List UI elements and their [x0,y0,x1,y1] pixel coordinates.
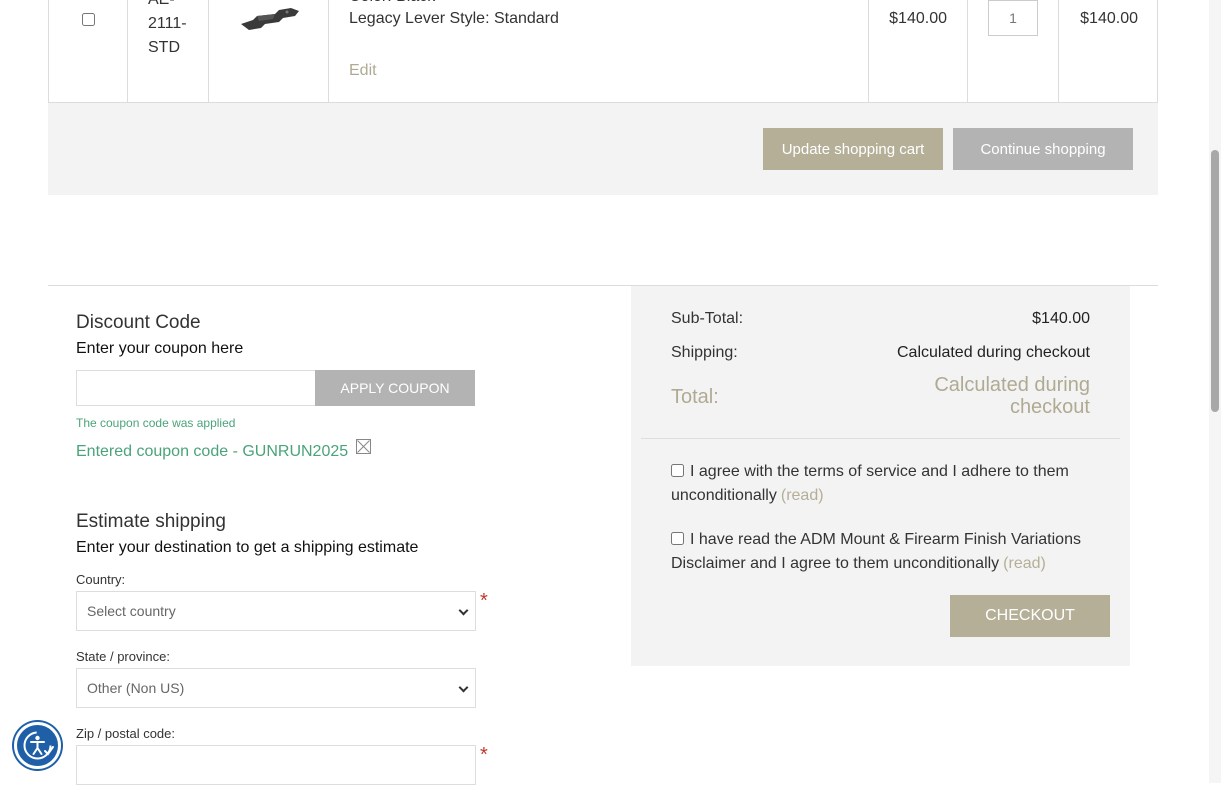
checkout-button[interactable]: CHECKOUT [950,595,1110,637]
select-cell [49,0,128,102]
coupon-applied-message: The coupon code was applied [76,416,236,430]
quantity-input[interactable] [988,0,1038,36]
cart-item-row: AE- 2111- STD Color: Black Legacy Lever … [48,0,1158,103]
shipping-title: Estimate shipping [76,511,226,532]
state-select[interactable]: Other (Non US) [76,668,476,708]
state-label: State / province: [76,649,170,664]
total-label: Total: [671,386,719,408]
line-total: $140.00 [1080,10,1138,27]
country-select-value: Select country [87,603,176,619]
sku-line: STD [148,39,180,56]
sku-cell: AE- 2111- STD [128,0,209,102]
product-lever-style: Legacy Lever Style: Standard [349,10,559,27]
disclaimer-agreement: I have read the ADM Mount & Firearm Fini… [671,528,1101,576]
chevron-down-icon [458,682,469,693]
coupon-input[interactable] [76,370,316,406]
required-mark: * [480,590,488,612]
page-scrollbar[interactable] [1209,0,1221,783]
shipping-hint: Enter your destination to get a shipping… [76,539,419,556]
cart-actions-bar: Update shopping cart Continue shopping [48,103,1158,195]
terms-read-link[interactable]: (read) [781,487,824,504]
chevron-down-icon [458,605,469,616]
subtotal-label: Sub-Total: [671,310,744,327]
sku-line: 2111- [148,15,187,32]
sku-line: AE- [148,0,198,12]
state-select-value: Other (Non US) [87,680,185,696]
product-color: Color: Black [349,0,435,6]
product-sku: AE- 2111- STD [148,0,198,60]
apply-coupon-button[interactable]: APPLY COUPON [315,370,475,406]
entered-coupon-text: Entered coupon code - GUNRUN2025 [76,443,349,460]
zip-label: Zip / postal code: [76,726,175,741]
terms-text: I agree with the terms of service and I … [671,463,1069,504]
totals-divider [641,438,1120,439]
entered-coupon: Entered coupon code - GUNRUN2025 [76,439,371,461]
disclaimer-checkbox[interactable] [671,532,684,545]
quantity-cell [968,0,1059,102]
line-total-cell: $140.00 [1059,0,1158,102]
shipping-label: Shipping: [671,344,738,361]
continue-shopping-button[interactable]: Continue shopping [953,128,1133,170]
subtotal-value: $140.00 [1032,310,1090,327]
accessibility-glyph [23,731,54,760]
picture-cell [209,0,329,102]
unit-price-cell: $140.00 [869,0,968,102]
country-label: Country: [76,572,126,587]
discount-title: Discount Code [76,312,201,333]
required-mark: * [480,744,488,766]
discount-hint: Enter your coupon here [76,340,244,357]
shipping-value: Calculated during checkout [896,344,1090,361]
unit-price: $140.00 [889,10,947,27]
terms-checkbox[interactable] [671,464,684,477]
terms-agreement: I agree with the terms of service and I … [671,460,1101,508]
total-value: Calculated during checkout [934,374,1090,418]
accessibility-icon[interactable] [14,722,61,769]
edit-item-link[interactable]: Edit [349,62,377,80]
country-select[interactable]: Select country [76,591,476,631]
remove-item-checkbox[interactable] [82,13,95,26]
order-totals-panel: Sub-Total: $140.00 Shipping: Calculated … [631,286,1130,666]
disclaimer-read-link[interactable]: (read) [1003,555,1046,572]
zip-input[interactable] [76,745,476,785]
remove-coupon-icon[interactable] [355,439,371,454]
scrollbar-thumb[interactable] [1211,150,1219,412]
update-cart-button[interactable]: Update shopping cart [763,128,943,170]
product-image[interactable] [239,2,301,32]
product-info-cell: Color: Black Legacy Lever Style: Standar… [329,0,869,102]
